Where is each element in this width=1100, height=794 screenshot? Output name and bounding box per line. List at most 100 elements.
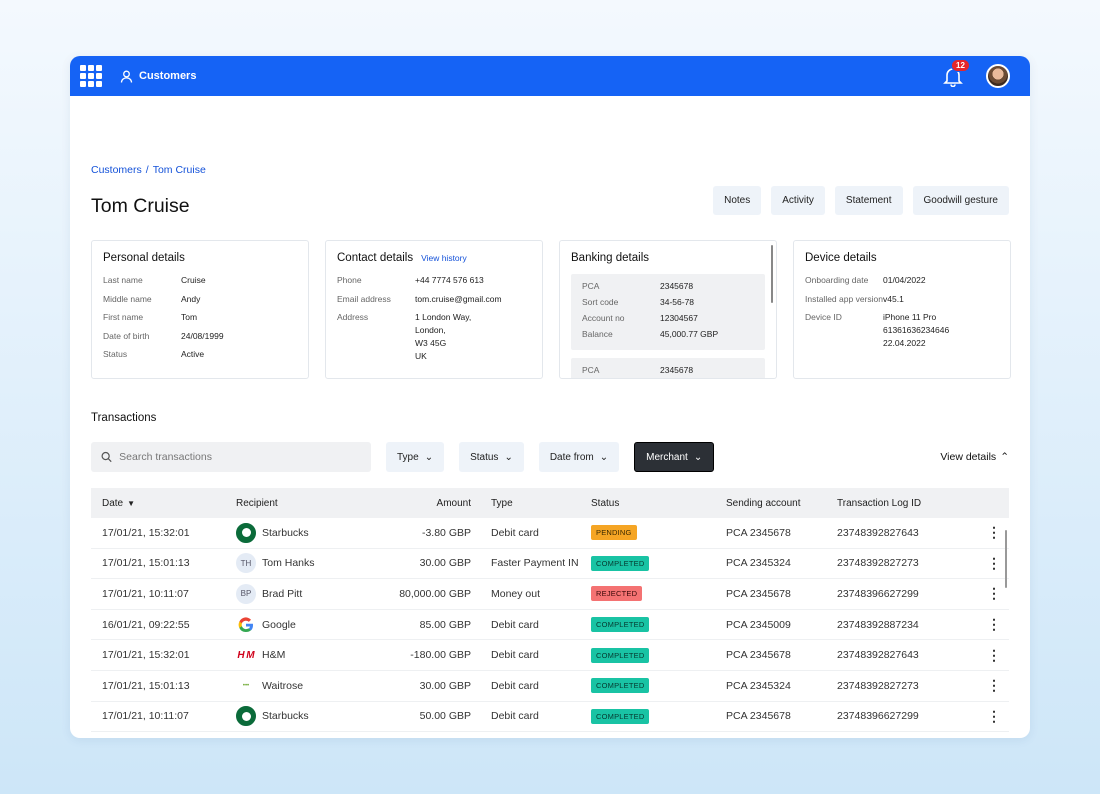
recipient-cell: Google — [236, 736, 366, 738]
log-id-column-header: Transaction Log ID — [837, 497, 922, 509]
amount-cell: -3.80 GBP — [421, 526, 471, 539]
date-cell: 17/01/21, 10:11:07 — [102, 710, 189, 723]
app-title[interactable]: Customers — [120, 70, 196, 83]
view-details-toggle[interactable]: View details ⌃ — [940, 451, 1009, 463]
table-scrollbar[interactable] — [1005, 530, 1007, 588]
type-cell: Faster Payment IN — [491, 557, 579, 570]
recipient-name: Starbucks — [262, 526, 309, 539]
merchant-filter[interactable]: Merchant ⌄ — [634, 442, 715, 472]
notes-button[interactable]: Notes — [713, 186, 762, 215]
search-input[interactable] — [119, 451, 361, 463]
avatar[interactable] — [986, 64, 1010, 88]
transactions-title: Transactions — [91, 412, 157, 424]
detail-row: Middle name Andy — [103, 293, 297, 306]
table-row[interactable]: 17/01/21, 10:11:07 BP Brad Pitt 80,000.00 G… — [91, 579, 1009, 610]
more-options-icon[interactable]: ⋮ — [967, 708, 1009, 725]
table-row[interactable]: 17/01/21, 15:32:01 Starbucks -3.80 GBP Debi… — [91, 518, 1009, 549]
more-options-icon[interactable]: ⋮ — [967, 677, 1009, 694]
top-bar: Customers 12 — [70, 56, 1030, 96]
sort-down-icon: ▼ — [127, 498, 136, 508]
date-column-label: Date — [102, 497, 124, 509]
table-row[interactable]: 16/01/21, 09:22:55Google85.00 GBPDebit c… — [91, 732, 1009, 738]
detail-row: PCA 2345678 — [582, 280, 754, 293]
status-badge: COMPLETED — [591, 617, 650, 633]
recipient-cell: Starbucks — [236, 522, 366, 543]
log-id-cell: 23748392827273 — [837, 557, 919, 570]
email-label: Email address — [337, 293, 391, 304]
date-column-header[interactable]: Date ▼ — [91, 498, 236, 509]
bank-account-block: PCA 2345678 Sort code 34-56-78 Account no 123… — [571, 274, 765, 350]
contact-details-heading: Contact details View history — [337, 252, 531, 264]
device-details-title: Device details — [805, 252, 877, 264]
date-cell: 17/01/21, 15:32:01 — [102, 526, 190, 539]
detail-row: Onboarding date 01/04/2022 — [805, 274, 999, 287]
more-options-icon[interactable]: ⋮ — [967, 555, 1009, 572]
device-id-label: Device ID — [805, 312, 842, 322]
table-row[interactable]: 17/01/21, 15:32:01 H M H&M -180.00 GBP Debit… — [91, 640, 1009, 671]
detail-value: 24/08/1999 — [181, 330, 224, 341]
status-filter[interactable]: Status ⌄ — [459, 442, 524, 472]
view-details-label: View details — [940, 451, 997, 463]
more-options-icon[interactable]: ⋮ — [967, 524, 1009, 541]
recipient-column-header: Recipient — [236, 497, 278, 509]
breadcrumb-current[interactable]: Tom Cruise — [153, 164, 206, 176]
detail-row: Date of birth 24/08/1999 — [103, 330, 297, 343]
recipient-cell: ••• Waitrose — [236, 675, 366, 696]
table-row[interactable]: 16/01/21, 09:22:55Google85.00 GBPDebit c… — [91, 610, 1009, 641]
detail-value: 45,000.77 GBP — [660, 329, 719, 339]
detail-row: First name Tom — [103, 311, 297, 324]
table-body: 17/01/21, 15:32:01 Starbucks -3.80 GBP Debi… — [91, 518, 1009, 738]
notifications-button[interactable]: 12 — [942, 59, 970, 88]
detail-value: Active — [181, 349, 205, 359]
detail-row: Phone +44 7774 576 613 — [337, 274, 531, 287]
detail-label: Middle name — [103, 293, 152, 304]
detail-row: Sort code 34-56-78 — [582, 296, 754, 309]
status-cell: COMPLETED — [591, 678, 726, 694]
goodwill-gesture-button[interactable]: Goodwill gesture — [912, 186, 1009, 215]
account-cell: PCA 2345678 — [726, 710, 791, 723]
recipient-name: Tom Hanks — [262, 557, 315, 570]
phone-value: +44 7774 576 613 — [415, 275, 484, 285]
more-options-icon[interactable]: ⋮ — [967, 647, 1009, 664]
chevron-down-icon: ⌄ — [504, 451, 513, 463]
account-column-header: Sending account — [726, 497, 801, 509]
log-id-cell: 23748396627299 — [837, 710, 919, 723]
activity-button[interactable]: Activity — [771, 186, 825, 215]
status-cell: COMPLETED — [591, 708, 726, 724]
recipient-name: Waitrose — [262, 679, 304, 692]
log-id-cell: 23748392827643 — [837, 649, 919, 662]
device-details-card: Device details Onboarding date 01/04/2022… — [793, 240, 1011, 379]
more-options-icon[interactable]: ⋮ — [967, 616, 1009, 633]
detail-label: Last name — [103, 275, 143, 285]
table-row[interactable]: 17/01/21, 15:01:13 TH Tom Hanks 30.00 GBP Fa… — [91, 549, 1009, 580]
status-badge: COMPLETED — [591, 647, 650, 663]
table-row[interactable]: 17/01/21, 10:11:07 Starbucks 50.00 GBP Debi… — [91, 702, 1009, 733]
app-grid-icon[interactable] — [80, 65, 102, 87]
google-logo-icon — [236, 736, 256, 738]
recipient-cell: Starbucks — [236, 706, 366, 727]
more-options-icon[interactable]: ⋮ — [967, 585, 1009, 602]
type-filter[interactable]: Type ⌄ — [386, 442, 445, 472]
phone-label: Phone — [337, 275, 362, 285]
detail-value: v45.1 — [883, 293, 904, 304]
log-id-cell: 23748392887234 — [837, 618, 919, 631]
date-from-filter[interactable]: Date from ⌄ — [538, 442, 620, 472]
status-cell: COMPLETED — [591, 555, 726, 571]
account-cell: PCA 2345678 — [726, 649, 791, 662]
date-cell: 17/01/21, 15:01:13 — [102, 557, 190, 570]
recipient-name: H&M — [262, 649, 286, 662]
notification-badge: 12 — [951, 59, 970, 72]
statement-button[interactable]: Statement — [834, 186, 903, 215]
breadcrumb-customers[interactable]: Customers — [91, 164, 142, 176]
log-id-cell: 23748396627299 — [837, 587, 919, 600]
banking-details-card: Banking details PCA 2345678 Sort code 34-56… — [559, 240, 777, 379]
type-cell: Debit card — [491, 710, 539, 723]
table-row[interactable]: 17/01/21, 15:01:13 ••• Waitrose 30.00 GBP De… — [91, 671, 1009, 702]
transactions-table: Date ▼ Recipient Amount Type Status Sendi… — [91, 488, 1009, 738]
amount-column-header: Amount — [436, 497, 471, 509]
amount-cell: 30.00 GBP — [419, 679, 471, 692]
device-id-line: iPhone 11 Pro — [883, 312, 937, 322]
detail-row: PCA 2345678 — [582, 364, 754, 377]
card-scrollbar[interactable] — [771, 245, 773, 303]
view-history-link[interactable]: View history — [421, 253, 467, 263]
